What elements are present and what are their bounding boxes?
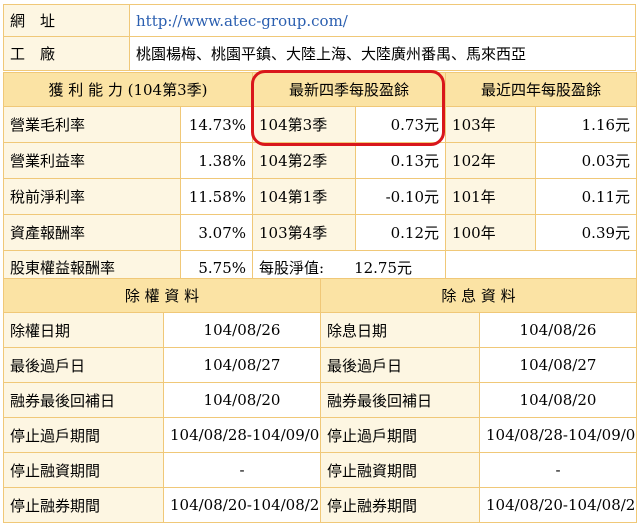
factory-row: 工 廠 桃園楊梅、桃園平鎮、大陸上海、大陸廣州番禺、馬來西亞 — [3, 36, 636, 71]
year-label: 102年 — [445, 142, 537, 179]
quarter-eps-value: -0.10元 — [355, 178, 447, 215]
ex-dividend-label: 停止融券期間 — [320, 487, 480, 523]
ex-data-row: 停止融券期間 104/08/20-104/08/25 停止融券期間 104/08… — [3, 487, 637, 523]
ex-dividend-value: 104/08/28-104/09/01 — [479, 417, 637, 453]
profit-value: 14.73% — [179, 106, 254, 143]
factory-locations: 桃園楊梅、桃園平鎮、大陸上海、大陸廣州番禺、馬來西亞 — [129, 36, 636, 71]
ex-dividend-label: 停止過戶期間 — [320, 417, 480, 453]
ex-rights-value: 104/08/28-104/09/01 — [163, 417, 321, 453]
ex-rights-label: 停止融券期間 — [3, 487, 164, 523]
ex-data-row: 最後過戶日 104/08/27 最後過戶日 104/08/27 — [3, 347, 637, 383]
profit-value: 11.58% — [179, 178, 254, 215]
profit-label: 稅前淨利率 — [3, 178, 181, 215]
quarter-eps-value: 0.12元 — [355, 214, 447, 251]
quarter-label: 104第2季 — [252, 142, 357, 179]
factory-label: 工 廠 — [3, 36, 130, 71]
ex-data-row: 停止過戶期間 104/08/28-104/09/01 停止過戶期間 104/08… — [3, 417, 637, 453]
metrics-row: 營業毛利率 14.73% 104第3季 0.73元 103年 1.16元 — [3, 106, 638, 143]
url-row: 網 址 http://www.atec-group.com/ — [3, 4, 636, 37]
year-eps-value: 0.11元 — [535, 178, 638, 215]
profit-value: 1.38% — [179, 142, 254, 179]
ex-rights-header: 除 權 資 料 — [3, 278, 321, 313]
profit-label: 營業利益率 — [3, 142, 181, 179]
profitability-eps-table: 獲 利 能 力 (104第3季) 最新四季每股盈餘 最近四年每股盈餘 營業毛利率… — [2, 72, 638, 285]
ex-dividend-value: 104/08/26 — [479, 312, 637, 348]
ex-rights-label: 最後過戶日 — [3, 347, 164, 383]
quarter-eps-header: 最新四季每股盈餘 — [252, 72, 447, 107]
metrics-row: 營業利益率 1.38% 104第2季 0.13元 102年 0.03元 — [3, 142, 638, 179]
nav-value: 12.75元 — [354, 259, 413, 277]
url-label: 網 址 — [3, 4, 130, 37]
profitability-header: 獲 利 能 力 (104第3季) — [2, 72, 254, 107]
section-header-row: 獲 利 能 力 (104第3季) 最新四季每股盈餘 最近四年每股盈餘 — [2, 72, 638, 107]
quarter-label: 104第3季 — [252, 106, 357, 143]
year-label: 101年 — [445, 178, 537, 215]
profit-label: 營業毛利率 — [3, 106, 181, 143]
ex-dividend-value: 104/08/20-104/08/25 — [479, 487, 637, 523]
ex-rights-dividend-table: 除 權 資 料 除 息 資 料 除權日期 104/08/26 除息日期 104/… — [3, 278, 637, 523]
quarter-eps-value: 0.13元 — [355, 142, 447, 179]
ex-data-row: 融券最後回補日 104/08/20 融券最後回補日 104/08/20 — [3, 382, 637, 418]
metrics-row: 稅前淨利率 11.58% 104第1季 -0.10元 101年 0.11元 — [3, 178, 638, 215]
ex-dividend-label: 停止融資期間 — [320, 452, 480, 488]
quarter-label: 103第4季 — [252, 214, 357, 251]
ex-dividend-label: 融券最後回補日 — [320, 382, 480, 418]
year-eps-value: 0.39元 — [535, 214, 638, 251]
year-eps-header: 最近四年每股盈餘 — [445, 72, 638, 107]
metrics-row: 資產報酬率 3.07% 103第4季 0.12元 100年 0.39元 — [3, 214, 638, 251]
ex-rights-value: 104/08/26 — [163, 312, 321, 348]
ex-dividend-value: 104/08/20 — [479, 382, 637, 418]
ex-dividend-label: 除息日期 — [320, 312, 480, 348]
company-website-link[interactable]: http://www.atec-group.com/ — [136, 12, 348, 30]
ex-rights-label: 停止過戶期間 — [3, 417, 164, 453]
ex-dividend-label: 最後過戶日 — [320, 347, 480, 383]
profit-value: 3.07% — [179, 214, 254, 251]
nav-label: 每股淨值: — [259, 259, 325, 277]
ex-rights-value: 104/08/20 — [163, 382, 321, 418]
quarter-label: 104第1季 — [252, 178, 357, 215]
ex-dividend-value: - — [479, 452, 637, 488]
section-header-row: 除 權 資 料 除 息 資 料 — [3, 278, 637, 313]
ex-rights-value: 104/08/20-104/08/25 — [163, 487, 321, 523]
year-label: 100年 — [445, 214, 537, 251]
profit-label: 資產報酬率 — [3, 214, 181, 251]
ex-data-row: 除權日期 104/08/26 除息日期 104/08/26 — [3, 312, 637, 348]
ex-rights-label: 除權日期 — [3, 312, 164, 348]
ex-data-row: 停止融資期間 - 停止融資期間 - — [3, 452, 637, 488]
ex-rights-value: 104/08/27 — [163, 347, 321, 383]
company-info-table: 網 址 http://www.atec-group.com/ 工 廠 桃園楊梅、… — [3, 4, 636, 71]
ex-dividend-value: 104/08/27 — [479, 347, 637, 383]
ex-rights-label: 停止融資期間 — [3, 452, 164, 488]
ex-rights-label: 融券最後回補日 — [3, 382, 164, 418]
year-eps-value: 0.03元 — [535, 142, 638, 179]
quarter-eps-value: 0.73元 — [355, 106, 447, 143]
year-eps-value: 1.16元 — [535, 106, 638, 143]
ex-rights-value: - — [163, 452, 321, 488]
year-label: 103年 — [445, 106, 537, 143]
ex-dividend-header: 除 息 資 料 — [320, 278, 637, 313]
